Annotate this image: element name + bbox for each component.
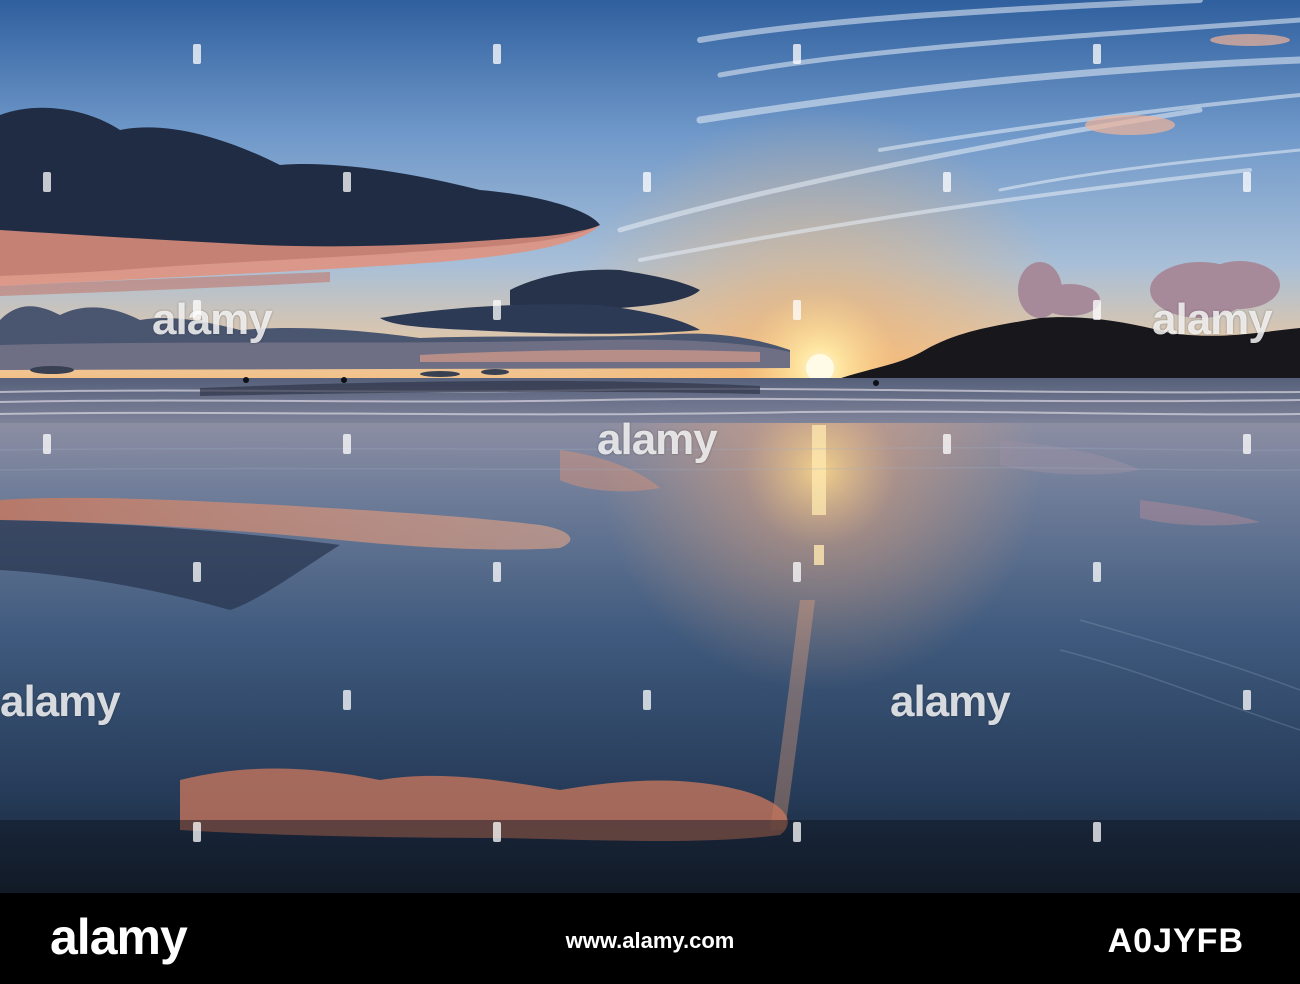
- stock-photo-frame: alamy alamy alamy alamy alamy alamy www.…: [0, 0, 1300, 984]
- dot-marker-icon: [43, 44, 1251, 842]
- alamy-logo: alamy: [50, 909, 188, 965]
- watermark-dots: [43, 44, 1251, 842]
- alamy-url: www.alamy.com: [565, 928, 735, 953]
- image-code: A0JYFB: [1107, 922, 1244, 960]
